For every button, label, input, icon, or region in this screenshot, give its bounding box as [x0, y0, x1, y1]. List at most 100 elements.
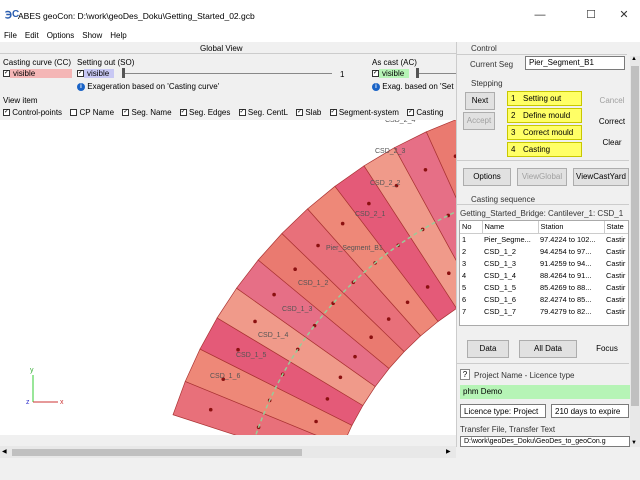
control-point[interactable] — [338, 375, 343, 380]
data-button[interactable]: Data — [467, 340, 509, 358]
option-casting[interactable]: ✓ Casting — [407, 108, 443, 117]
checkbox[interactable]: ✓ — [77, 70, 84, 78]
cancel-button[interactable]: Cancel — [593, 92, 631, 110]
control-point[interactable] — [367, 201, 371, 206]
option-seg-centl[interactable]: ✓ Seg. CentL — [238, 108, 288, 117]
menu-bar: File Edit Options Show Help — [0, 30, 640, 42]
accept-button[interactable]: Accept — [463, 112, 495, 130]
segment-label: CSD_2_2 — [370, 180, 400, 187]
control-point[interactable] — [386, 317, 391, 321]
table-row[interactable]: 3 CSD_1_3 91.4259 to 94... Castir — [460, 257, 628, 269]
slider-value: 1 — [340, 70, 345, 79]
setting-out-note: i Exageration based on 'Casting curve' — [77, 82, 219, 91]
control-point[interactable] — [447, 271, 451, 276]
menu-edit[interactable]: Edit — [25, 30, 39, 42]
control-point[interactable] — [340, 221, 345, 226]
scroll-thumb[interactable] — [631, 66, 639, 406]
col-no[interactable]: No — [460, 221, 483, 234]
control-point[interactable] — [314, 419, 318, 424]
option-seg-edges[interactable]: ✓ Seg. Edges — [179, 108, 230, 117]
checkbox[interactable]: ✓ — [3, 70, 10, 78]
table-row[interactable]: 6 CSD_1_6 82.4274 to 85... Castir — [460, 293, 628, 305]
table-row[interactable]: 1 Pier_Segme... 97.4224 to 102... Castir — [460, 233, 628, 245]
setting-out-visible[interactable]: ✓ visible — [77, 69, 114, 78]
segment-label: CSD_2_1 — [355, 211, 385, 218]
casting-sequence-table: No Name Station State 1 Pier_Segme... 97.4… — [459, 220, 629, 326]
all-data-button[interactable]: All Data — [519, 340, 577, 358]
control-point[interactable] — [369, 335, 373, 340]
transfer-label: Transfer File, Transfer Text — [460, 425, 556, 434]
as-cast-visible[interactable]: ✓ visible — [372, 69, 409, 78]
casting-curve-label: Casting curve (CC) — [3, 58, 72, 67]
control-point[interactable] — [253, 319, 257, 324]
control-point[interactable] — [325, 397, 330, 401]
3d-viewport[interactable]: CSD_2_5CSD_2_4CSD_2_3CSD_2_2CSD_2_1Pier_… — [0, 120, 456, 435]
scroll-right-icon[interactable]: ▶ — [446, 448, 451, 455]
control-point[interactable] — [316, 243, 320, 248]
control-point[interactable] — [423, 168, 428, 172]
step-correct-mould[interactable]: 3 Correct mould — [507, 125, 582, 140]
clear-button[interactable]: Clear — [593, 134, 631, 152]
table-row[interactable]: 2 CSD_1_2 94.4254 to 97... Castir — [460, 245, 628, 257]
setting-out-label: Setting out (SO) — [77, 58, 135, 67]
menu-show[interactable]: Show — [82, 30, 102, 42]
segment-label: CSD_1_2 — [298, 280, 328, 287]
focus-button[interactable]: Focus — [585, 340, 629, 358]
menu-options[interactable]: Options — [47, 30, 75, 42]
slider-thumb[interactable] — [416, 68, 419, 78]
option-control-points[interactable]: ✓ Control-points — [3, 108, 62, 117]
options-button[interactable]: Options — [463, 168, 511, 186]
table-row[interactable]: 5 CSD_1_5 85.4269 to 88... Castir — [460, 281, 628, 293]
correct-button[interactable]: Correct — [593, 113, 631, 131]
segment-label: Pier_Segment_B1 — [326, 245, 383, 252]
scroll-up-icon[interactable]: ▲ — [631, 56, 637, 62]
help-icon[interactable]: ? — [460, 369, 470, 380]
view-global-button[interactable]: ViewGlobal — [517, 168, 567, 186]
option-cp-name[interactable]: CP Name — [70, 108, 114, 117]
close-icon[interactable]: ✕ — [614, 6, 634, 24]
col-state[interactable]: State — [604, 221, 628, 234]
table-row[interactable]: 4 CSD_1_4 88.4264 to 91... Castir — [460, 269, 628, 281]
axis-y-label: y — [30, 367, 34, 374]
menu-file[interactable]: File — [4, 30, 17, 42]
bottom-h-scrollbar[interactable]: ◀ ▶ — [0, 447, 456, 458]
transfer-path-field[interactable]: D:\work\geoDes_Doku\GeoDes_to_geoCon.g — [460, 436, 630, 447]
checkbox[interactable]: ✓ — [372, 70, 379, 78]
option-seg-name[interactable]: ✓ Seg. Name — [122, 108, 172, 117]
current-seg-field[interactable]: Pier_Segment_B1 — [525, 56, 625, 70]
col-station[interactable]: Station — [538, 221, 605, 234]
control-point[interactable] — [208, 407, 213, 412]
axis-x-label: x — [60, 399, 64, 406]
option-slab[interactable]: ✓ Slab — [296, 108, 321, 117]
slider-thumb[interactable] — [122, 68, 125, 78]
licence-header: Project Name - Licence type — [474, 371, 575, 380]
table-header: No Name Station State — [460, 221, 628, 234]
table-row[interactable]: 7 CSD_1_7 79.4279 to 82... Castir — [460, 305, 628, 317]
control-point[interactable] — [425, 285, 430, 289]
col-name[interactable]: Name — [482, 221, 539, 234]
step-casting[interactable]: 4 Casting — [507, 142, 582, 157]
step-define-mould[interactable]: 2 Define mould — [507, 108, 582, 123]
scroll-thumb[interactable] — [12, 449, 302, 456]
setting-out-slider[interactable] — [122, 73, 332, 74]
info-icon: i — [77, 82, 85, 91]
minimize-icon[interactable]: — — [530, 6, 550, 24]
as-cast-slider[interactable] — [416, 73, 456, 74]
control-point[interactable] — [236, 347, 240, 352]
scroll-left-icon[interactable]: ◀ — [2, 448, 7, 455]
control-point[interactable] — [405, 300, 410, 305]
option-segment-system[interactable]: ✓ Segment-system — [329, 108, 399, 117]
control-point[interactable] — [353, 354, 357, 359]
maximize-icon[interactable]: ☐ — [581, 6, 601, 24]
control-point[interactable] — [272, 292, 276, 297]
view-cast-yard-button[interactable]: ViewCastYard — [573, 168, 629, 186]
control-pane-scrollbar[interactable]: ▲ ▼ — [630, 56, 640, 448]
global-view-pane: Global View Casting curve (CC) ✓ visible … — [0, 42, 456, 458]
step-setting-out[interactable]: 1 Setting out — [507, 91, 582, 106]
casting-curve-visible[interactable]: ✓ visible — [3, 69, 72, 78]
menu-help[interactable]: Help — [110, 30, 126, 42]
as-cast-label: As cast (AC) — [372, 58, 417, 67]
control-point[interactable] — [293, 267, 297, 272]
scroll-down-icon[interactable]: ▼ — [631, 440, 637, 446]
next-button[interactable]: Next — [465, 92, 495, 110]
